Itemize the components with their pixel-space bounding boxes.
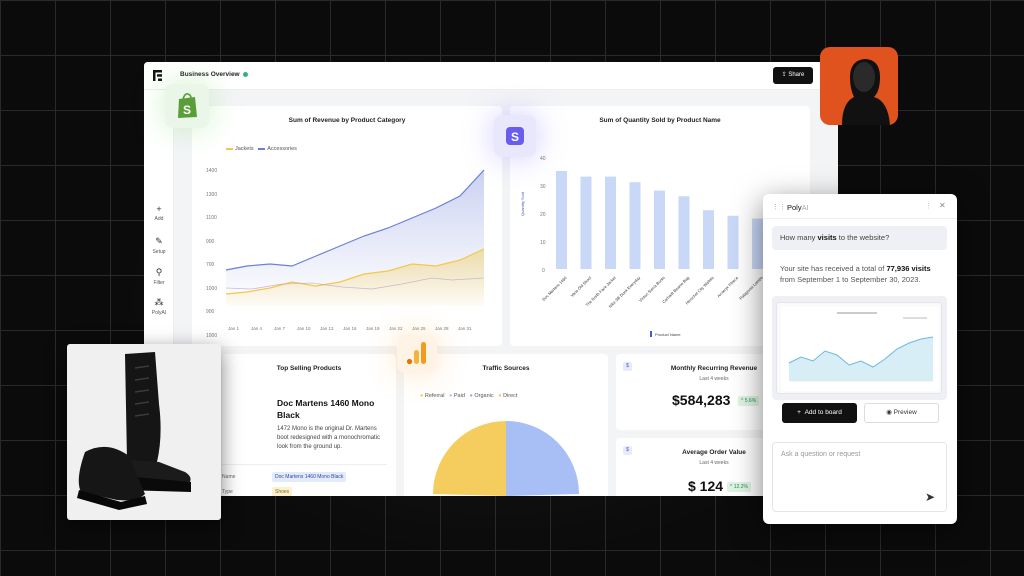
share-icon: ⇪	[781, 72, 787, 78]
sparkle-icon: ⁂	[154, 297, 164, 307]
close-icon[interactable]: ✕	[939, 201, 946, 210]
svg-text:Jan 22: Jan 22	[389, 326, 403, 331]
bar	[629, 182, 641, 269]
bar	[752, 218, 763, 269]
y-tick: 700	[206, 262, 215, 268]
filter-icon: ⚲	[155, 267, 163, 277]
svg-text:Jan 10: Jan 10	[297, 326, 311, 331]
mrr-value: $584,283	[672, 392, 731, 408]
y-tick: 10	[540, 240, 546, 246]
mrr-card: $ Monthly Recurring Revenue Last 4 weeks…	[616, 354, 766, 430]
revenue-line-chart: 1400 1300 1100 900 700 1000 900 1000 Jan…	[206, 168, 485, 339]
polyai-panel: ⋮⋮ PolyAI ⋮ ✕ How many visits to the web…	[763, 194, 957, 524]
product-name-tag: Doc Martens 1460 Mono Black	[272, 472, 347, 482]
aov-change-badge: ^ 12.2%	[727, 482, 751, 492]
google-analytics-icon	[397, 335, 437, 373]
sidebar-item-setup[interactable]: ✎ Setup	[144, 236, 174, 255]
sidebar-item-add[interactable]: + Add	[144, 204, 174, 222]
svg-text:Jan 19: Jan 19	[366, 326, 380, 331]
y-tick: 20	[540, 212, 546, 218]
product-description: 1472 Mono is the original Dr. Martens bo…	[277, 426, 381, 450]
question-input[interactable]: Ask a question or request	[772, 442, 947, 512]
y-tick: 900	[206, 239, 215, 245]
svg-text:Jan 13: Jan 13	[320, 326, 334, 331]
y-tick: 40	[540, 156, 546, 162]
boot-image	[77, 352, 191, 510]
page-title: Business Overview	[180, 71, 248, 78]
sidebar-item-polyai[interactable]: ⁂ PolyAI	[144, 297, 174, 316]
y-tick: 1000	[206, 286, 217, 292]
y-tick: 1400	[206, 168, 217, 174]
bar	[727, 215, 739, 269]
y-tick: 0	[542, 268, 545, 274]
shopify-icon: S	[165, 84, 209, 128]
svg-text:S: S	[183, 103, 191, 117]
y-axis-label: Quantity Sold	[520, 192, 525, 216]
svg-text:S: S	[511, 130, 519, 144]
top-bar: Business Overview ⇪ Share	[144, 62, 838, 90]
traffic-pie-chart	[433, 421, 579, 496]
eye-icon: ◉	[886, 409, 892, 416]
x-tick-label: Vans Old Skool	[569, 275, 592, 298]
svg-text:Jan 4: Jan 4	[251, 326, 263, 331]
y-tick: 1000	[206, 333, 217, 339]
ai-answer: Your site has received a total of 77,936…	[780, 264, 931, 284]
svg-text:Jan 25: Jan 25	[412, 326, 426, 331]
bar	[580, 176, 592, 269]
x-tick-label: Arcteryx Fleece	[716, 275, 740, 299]
send-icon[interactable]: ➤	[925, 490, 935, 504]
polyai-title: PolyAI	[787, 203, 809, 212]
product-name: Doc Martens 1460 Mono Black	[277, 398, 375, 420]
mrr-change-badge: ^ 5.6%	[738, 396, 760, 406]
pie-slice-paid	[506, 421, 579, 496]
y-tick: 30	[540, 184, 546, 190]
x-tick-label: Doc Martens 1460	[541, 275, 568, 302]
bar	[654, 190, 665, 269]
pencil-icon: ✎	[155, 236, 163, 246]
status-dot	[242, 71, 248, 77]
svg-text:Jan 31: Jan 31	[458, 326, 472, 331]
share-button[interactable]: ⇪ Share	[773, 67, 813, 84]
x-tick-label: Patagonia Lambs	[738, 275, 764, 301]
bar	[703, 210, 714, 269]
bar	[605, 176, 616, 269]
svg-text:Jan 28: Jan 28	[435, 326, 449, 331]
sidebar-item-filter[interactable]: ⚲ Filter	[144, 267, 174, 286]
y-tick: 1100	[206, 215, 217, 221]
svg-text:Jan 16: Jan 16	[343, 326, 357, 331]
top-products-card: Top Selling Products Doc Martens 1460 Mo…	[214, 354, 396, 496]
x-tick-label: Vinton Sierra Boots	[638, 275, 666, 303]
x-axis-label: Product Name	[655, 332, 681, 337]
add-to-board-button[interactable]: + Add to board	[782, 403, 857, 423]
product-image-card	[67, 344, 221, 520]
traffic-sources-card: Traffic Sources ● Referral ● Paid ● Orga…	[404, 354, 608, 496]
y-tick: 1300	[206, 192, 217, 198]
plus-icon: +	[156, 204, 162, 214]
mrr-icon: $	[623, 362, 632, 371]
preview-button[interactable]: ◉ Preview	[864, 403, 939, 423]
bar	[678, 196, 690, 269]
svg-text:Jan 7: Jan 7	[274, 326, 286, 331]
product-type-tag: Shoes	[272, 487, 293, 496]
y-tick: 900	[206, 309, 215, 315]
dashboard-window: Business Overview ⇪ Share + Add ✎ Setup ⚲ F…	[144, 62, 838, 496]
avatar	[820, 47, 898, 125]
top-products-title: Top Selling Products	[276, 365, 342, 372]
app-logo-icon[interactable]	[153, 70, 162, 84]
answer-chart-preview	[776, 302, 942, 394]
aov-icon: $	[623, 446, 632, 455]
pie-slice-referral	[433, 421, 506, 496]
user-question: How many visits to the website?	[772, 226, 947, 250]
bar	[556, 171, 567, 269]
stripe-icon: S	[494, 115, 536, 157]
svg-text:Jan 1: Jan 1	[228, 326, 240, 331]
aov-value: $ 124	[688, 478, 724, 494]
revenue-chart-card: Sum of Revenue by Product Category Jacke…	[192, 106, 502, 346]
aov-card: $ Average Order Value Last 4 weeks $ 124…	[616, 438, 766, 496]
drag-handle-icon[interactable]: ⋮⋮	[772, 203, 786, 211]
more-icon[interactable]: ⋮	[925, 202, 932, 210]
